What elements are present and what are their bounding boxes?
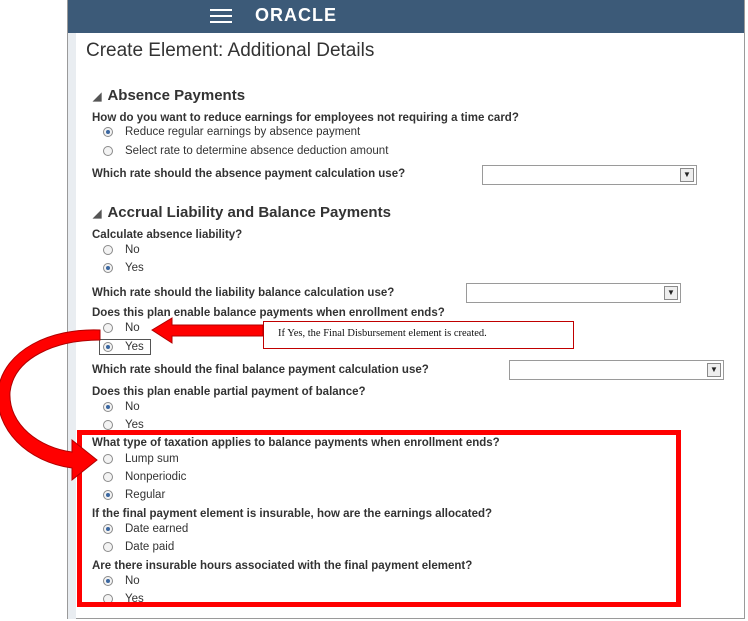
annotation-arrows (0, 317, 264, 482)
left-arrow-icon (151, 317, 264, 344)
curved-arrow-icon (0, 329, 101, 482)
